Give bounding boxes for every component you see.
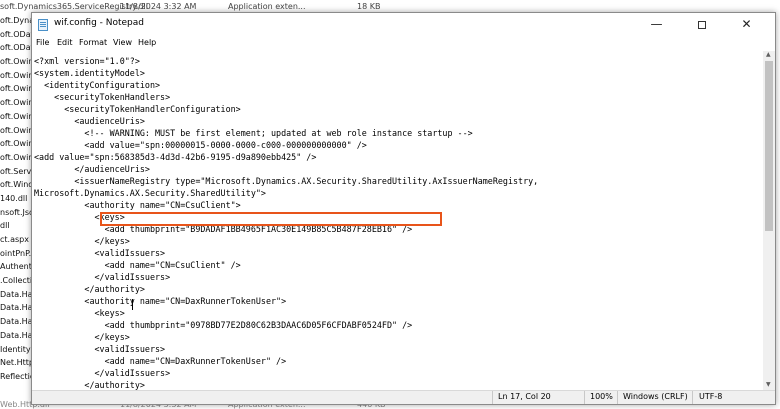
explorer-list-item[interactable]: Data.Ha bbox=[0, 301, 32, 315]
zoom-level: 100% bbox=[590, 392, 613, 401]
editor-line: <?xml version="1.0"?> bbox=[34, 56, 140, 66]
explorer-file-date: 11/8/2024 3:32 AM bbox=[120, 2, 197, 11]
explorer-list-item[interactable]: oft.Owin bbox=[0, 69, 32, 83]
scroll-down-icon[interactable]: ▼ bbox=[766, 381, 771, 388]
explorer-list-item[interactable]: Data.Ha bbox=[0, 288, 32, 302]
editor-line: </audienceUris> bbox=[34, 164, 150, 174]
explorer-list-item[interactable]: oft.Owin bbox=[0, 151, 32, 165]
editor-line: <add value="spn:00000015-0000-0000-c000-… bbox=[34, 140, 367, 150]
status-divider bbox=[692, 391, 693, 404]
editor-line: <authority name="CN=DaxRunnerTokenUser"> bbox=[34, 296, 287, 306]
title-bar[interactable]: wif.config - Notepad — ✕ bbox=[32, 13, 775, 37]
explorer-list-item[interactable]: oft.Owin bbox=[0, 124, 32, 138]
editor-line: </validIssuers> bbox=[34, 368, 171, 378]
editor-line: <issuerNameRegistry type="Microsoft.Dyna… bbox=[34, 176, 539, 186]
text-caret bbox=[132, 299, 133, 310]
menu-view[interactable]: View bbox=[113, 38, 132, 47]
explorer-list-item[interactable]: Identity bbox=[0, 343, 32, 357]
editor-line: </keys> bbox=[34, 236, 130, 246]
explorer-list-item[interactable]: ointPnP. bbox=[0, 247, 32, 261]
vertical-scrollbar[interactable]: ▲ ▼ bbox=[763, 51, 775, 390]
editor-line: </keys> bbox=[34, 332, 130, 342]
explorer-list-item[interactable]: Data.Ha bbox=[0, 329, 32, 343]
explorer-list-item[interactable]: ct.aspx bbox=[0, 233, 32, 247]
editor-line: <identityConfiguration> bbox=[34, 80, 161, 90]
menu-edit[interactable]: Edit bbox=[57, 38, 73, 47]
editor-line: </authority> bbox=[34, 380, 145, 390]
minimize-icon: — bbox=[650, 17, 663, 31]
explorer-list-item[interactable]: Net.Http bbox=[0, 356, 32, 370]
explorer-list-item[interactable]: oft.Dyna bbox=[0, 14, 32, 28]
explorer-list-item[interactable]: dll bbox=[0, 219, 32, 233]
text-editor[interactable]: <authority name="CN=LocatorServiceClient… bbox=[32, 51, 763, 390]
explorer-list-item[interactable]: Authentic bbox=[0, 260, 32, 274]
editor-line: <add name="CN=DaxRunnerTokenUser" /> bbox=[34, 356, 287, 366]
editor-line: <authority name="CN=CsuClient"> bbox=[34, 200, 241, 210]
notepad-window: wif.config - Notepad — ✕ File Edit Forma… bbox=[31, 12, 776, 405]
editor-line: <securityTokenHandlers> bbox=[34, 92, 171, 102]
explorer-file-list: oft.Dyna oft.ODat oft.ODat oft.Owin oft.Owin… bbox=[0, 14, 32, 404]
explorer-list-item[interactable]: oft.Owin bbox=[0, 96, 32, 110]
editor-line: Microsoft.Dynamics.AX.Security.SharedUti… bbox=[34, 188, 266, 198]
explorer-list-item[interactable]: Data.Ha bbox=[0, 315, 32, 329]
editor-line: <securityTokenHandlerConfiguration> bbox=[34, 104, 241, 114]
close-icon: ✕ bbox=[741, 17, 752, 31]
editor-line: <add value="spn:568385d3-4d3d-42b6-9195-… bbox=[34, 152, 317, 162]
explorer-list-item[interactable]: oft.Owin bbox=[0, 137, 32, 151]
maximize-button[interactable] bbox=[679, 13, 724, 35]
menu-bar: File Edit Format View Help bbox=[32, 37, 775, 51]
editor-line: </validIssuers> bbox=[34, 272, 171, 282]
explorer-file-type: Application exten... bbox=[228, 2, 306, 11]
explorer-list-item[interactable]: oft.Owin bbox=[0, 82, 32, 96]
explorer-list-item[interactable]: oft.Wind bbox=[0, 178, 32, 192]
minimize-button[interactable]: — bbox=[634, 13, 679, 35]
explorer-list-item[interactable]: Reflectio bbox=[0, 370, 32, 384]
scrollbar-thumb[interactable] bbox=[765, 61, 773, 231]
status-bar: Ln 17, Col 20 100% Windows (CRLF) UTF-8 bbox=[32, 390, 775, 404]
editor-line: </authority> bbox=[34, 284, 145, 294]
editor-line: <keys> bbox=[34, 308, 125, 318]
editor-line: <!-- WARNING: MUST be first element; upd… bbox=[34, 128, 473, 138]
editor-line: <add name="CN=CsuClient" /> bbox=[34, 260, 241, 270]
explorer-list-item[interactable]: oft.ODat bbox=[0, 28, 32, 42]
editor-line: <audienceUris> bbox=[34, 116, 145, 126]
explorer-list-item[interactable]: oft.Owin bbox=[0, 110, 32, 124]
scroll-up-icon[interactable]: ▲ bbox=[766, 51, 771, 58]
explorer-list-item[interactable]: oft.Owin bbox=[0, 55, 32, 69]
explorer-list-item[interactable]: oft.ODat bbox=[0, 41, 32, 55]
highlight-annotation bbox=[100, 212, 442, 226]
menu-format[interactable]: Format bbox=[79, 38, 107, 47]
editor-line: <system.identityModel> bbox=[34, 68, 145, 78]
status-divider bbox=[584, 391, 585, 404]
editor-line: <validIssuers> bbox=[34, 344, 166, 354]
explorer-list-item[interactable]: nsoft.Jso bbox=[0, 206, 32, 220]
notepad-app-icon bbox=[38, 19, 48, 31]
menu-help[interactable]: Help bbox=[138, 38, 156, 47]
explorer-file-size: 18 KB bbox=[357, 2, 381, 11]
explorer-list-item[interactable]: 140.dll bbox=[0, 192, 32, 206]
status-divider bbox=[492, 391, 493, 404]
explorer-list-item[interactable]: .Collecti bbox=[0, 274, 32, 288]
status-divider bbox=[617, 391, 618, 404]
explorer-list-item[interactable]: oft.Servi bbox=[0, 165, 32, 179]
close-button[interactable]: ✕ bbox=[724, 13, 769, 35]
editor-line: <validIssuers> bbox=[34, 248, 166, 258]
line-ending: Windows (CRLF) bbox=[623, 392, 688, 401]
menu-file[interactable]: File bbox=[36, 38, 49, 47]
cursor-position: Ln 17, Col 20 bbox=[498, 392, 551, 401]
text-encoding: UTF-8 bbox=[699, 392, 723, 401]
window-title: wif.config - Notepad bbox=[54, 18, 144, 28]
maximize-icon bbox=[697, 20, 706, 29]
editor-line: <add thumbprint="0978BD77E2D80C62B3DAAC6… bbox=[34, 320, 413, 330]
